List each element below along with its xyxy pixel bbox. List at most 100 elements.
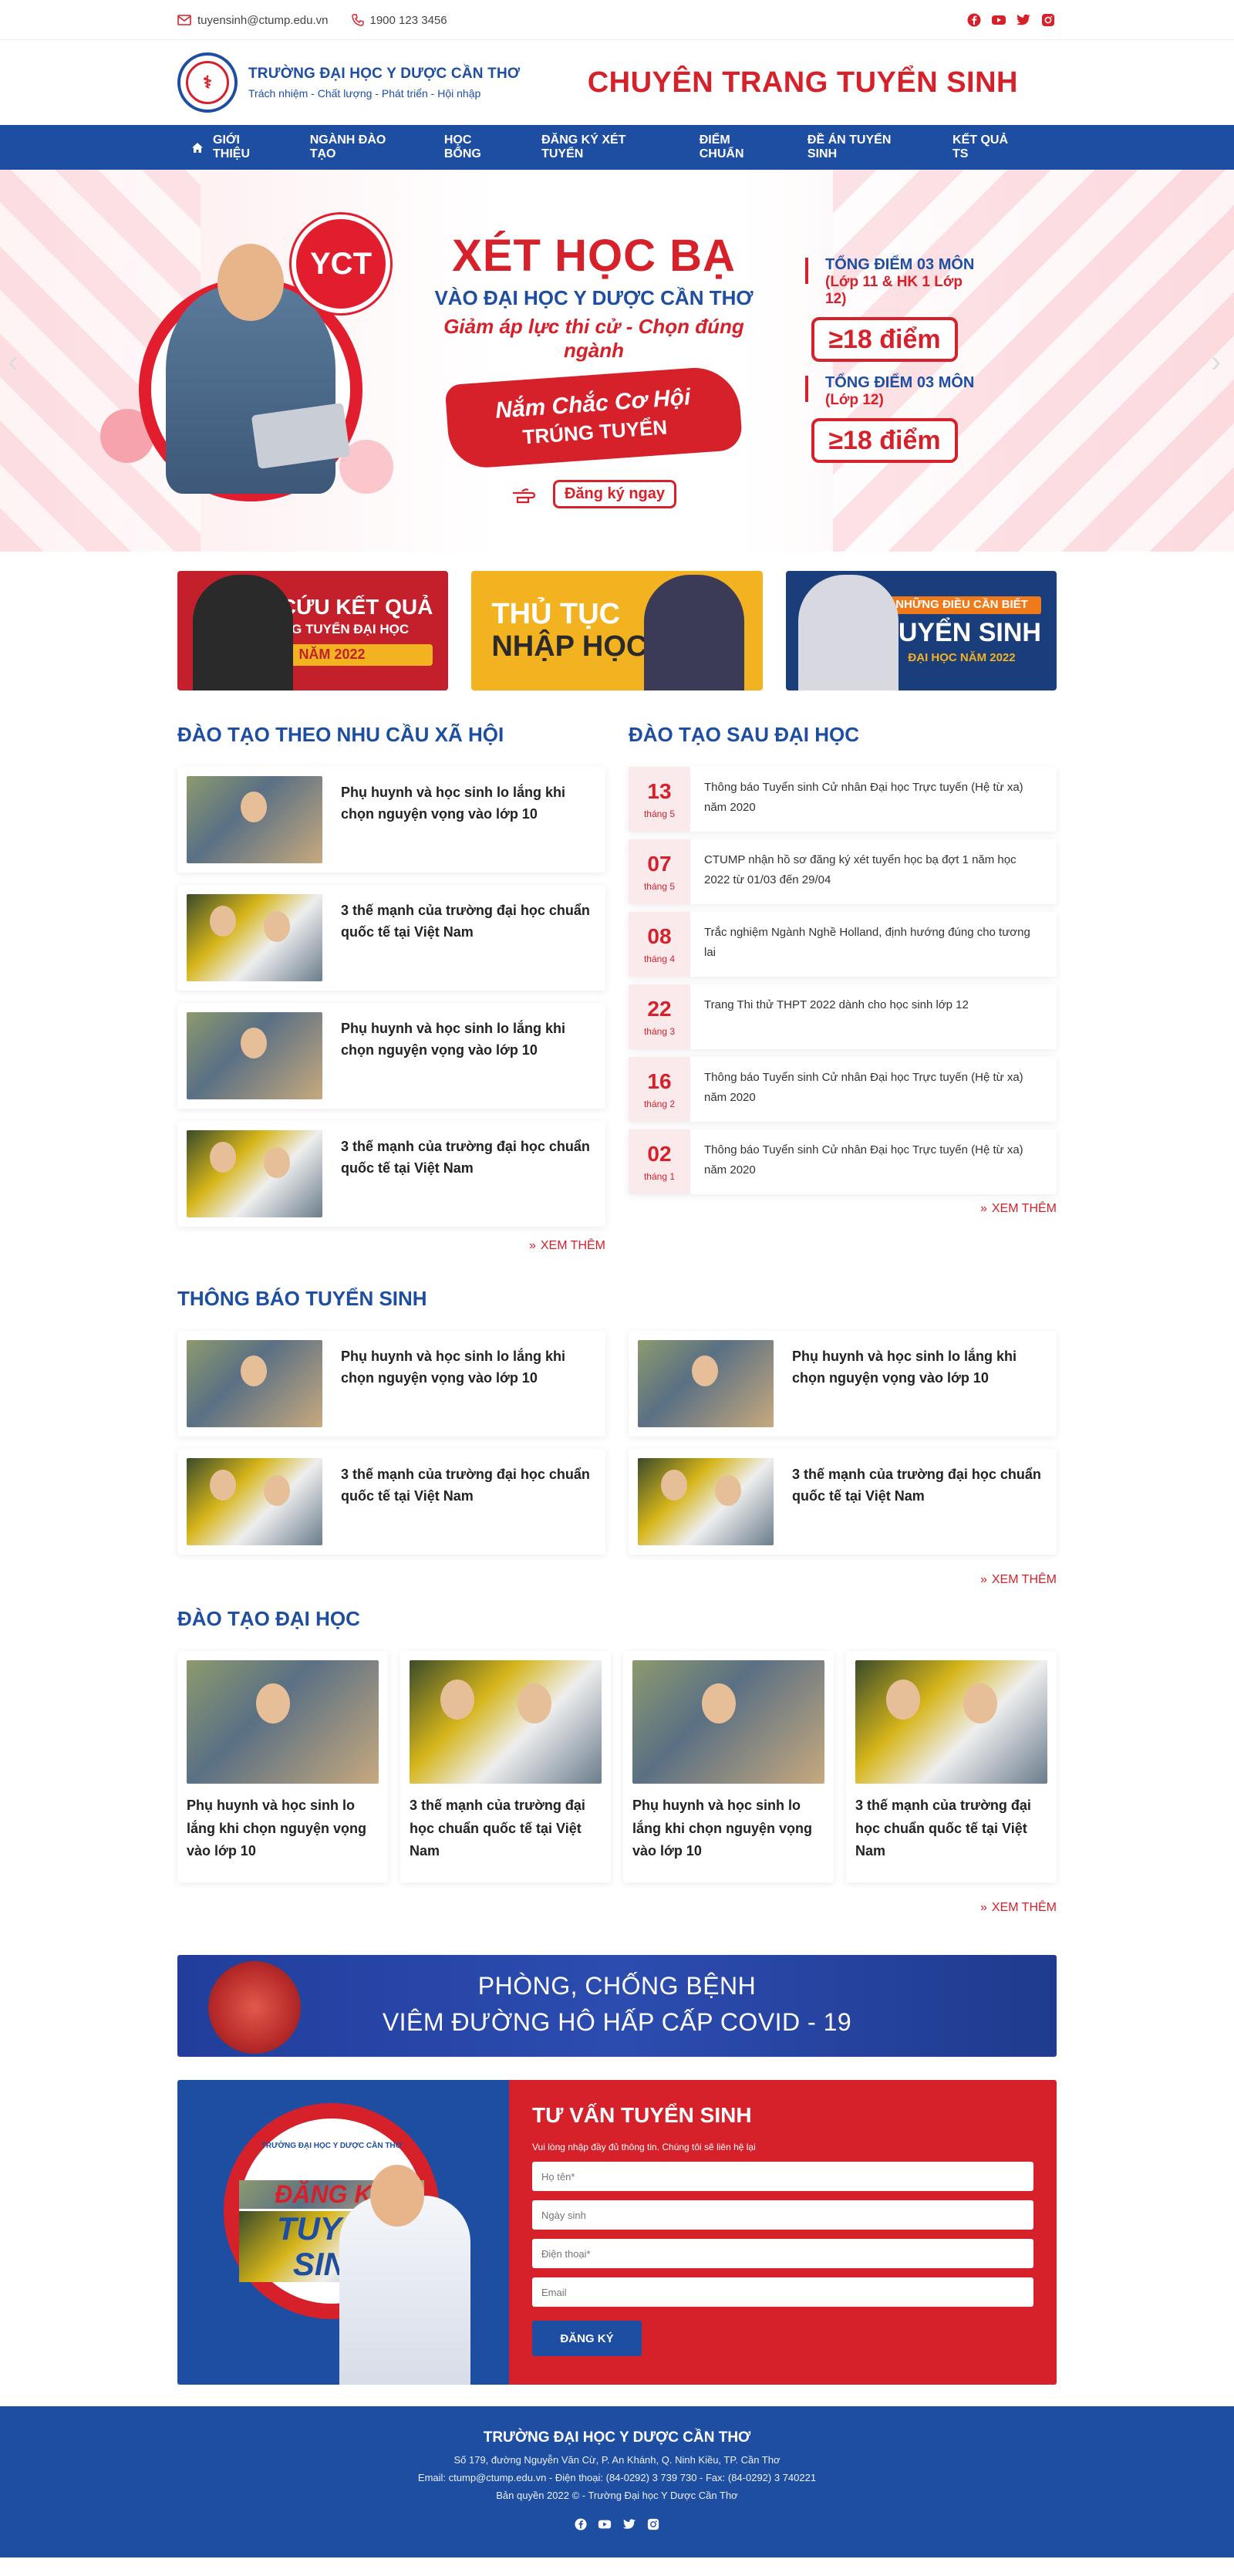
email-field[interactable] xyxy=(532,2277,1033,2307)
news-title[interactable]: Phụ huynh và học sinh lo lắng khi chọn n… xyxy=(632,1794,824,1863)
thumb-face xyxy=(241,1356,267,1386)
news-card[interactable]: Phụ huynh và học sinh lo lắng khi chọn n… xyxy=(177,1651,388,1882)
nav-item-gioi-thieu[interactable]: GIỚI THIỆU xyxy=(213,133,279,161)
event-item[interactable]: 02 tháng 1 Thông báo Tuyển sinh Cử nhân Đạ… xyxy=(629,1129,1057,1194)
caduceus-icon: ⚕ xyxy=(186,61,229,104)
news-title[interactable]: 3 thế mạnh của trường đại học chuẩn quốc… xyxy=(341,894,596,981)
phone-field[interactable] xyxy=(532,2239,1033,2268)
news-title[interactable]: 3 thế mạnh của trường đại học chuẩn quốc… xyxy=(341,1130,596,1217)
news-card[interactable]: 3 thế mạnh của trường đại học chuẩn quốc… xyxy=(177,885,605,991)
home-icon[interactable] xyxy=(191,142,204,154)
instagram-icon[interactable] xyxy=(647,2518,659,2534)
main-nav: GIỚI THIỆU NGÀNH ĐÀO TẠO HỌC BỔNG ĐĂNG K… xyxy=(0,125,1234,170)
slider-prev-icon[interactable]: ‹ xyxy=(8,346,23,377)
nav-item-nganh-dao-tao[interactable]: NGÀNH ĐÀO TẠO xyxy=(310,133,413,161)
promo3-line2: TUYỂN SINH xyxy=(882,617,1041,647)
news-card[interactable]: 3 thế mạnh của trường đại học chuẩn quốc… xyxy=(629,1449,1057,1555)
see-more-link[interactable]: » XEM THÊM xyxy=(177,1239,605,1253)
news-card[interactable]: Phụ huynh và học sinh lo lắng khi chọn n… xyxy=(623,1651,834,1882)
event-item[interactable]: 13 tháng 5 Thông báo Tuyển sinh Cử nhân Đạ… xyxy=(629,767,1057,832)
school-logo[interactable]: ⚕ xyxy=(177,52,238,113)
dob-field[interactable] xyxy=(532,2200,1033,2230)
news-title[interactable]: Phụ huynh và học sinh lo lắng khi chọn n… xyxy=(792,1340,1047,1427)
promo3-line1: NHỮNG ĐIỀU CẦN BIẾT xyxy=(882,596,1041,614)
nav-item-hoc-bong[interactable]: HỌC BỔNG xyxy=(444,133,511,161)
event-item[interactable]: 08 tháng 4 Trắc nghiệm Ngành Nghề Holland,… xyxy=(629,912,1057,977)
register-now-button[interactable]: Đăng ký ngay xyxy=(552,480,677,508)
news-card[interactable]: 3 thế mạnh của trường đại học chuẩn quốc… xyxy=(400,1651,611,1882)
event-title[interactable]: Trắc nghiệm Ngành Nghề Holland, định hướ… xyxy=(690,912,1057,977)
event-item[interactable]: 07 tháng 5 CTUMP nhận hồ sơ đăng ký xét tu… xyxy=(629,839,1057,904)
see-more-link[interactable]: » XEM THÊM xyxy=(177,1901,1057,1915)
thumb-face xyxy=(886,1680,920,1720)
news-card[interactable]: Phụ huynh và học sinh lo lắng khi chọn n… xyxy=(177,1331,605,1437)
news-card[interactable]: 3 thế mạnh của trường đại học chuẩn quốc… xyxy=(177,1449,605,1555)
news-title[interactable]: Phụ huynh và học sinh lo lắng khi chọn n… xyxy=(341,1340,596,1427)
hero-register[interactable]: Đăng ký ngay xyxy=(416,480,771,508)
nav-item-dang-ky-xet-tuyen[interactable]: ĐĂNG KÝ XÉT TUYỂN xyxy=(541,133,669,161)
thumb-face xyxy=(692,1356,718,1386)
see-more-label: XEM THÊM xyxy=(991,1573,1057,1586)
news-title[interactable]: 3 thế mạnh của trường đại học chuẩn quốc… xyxy=(855,1794,1047,1863)
see-more-link[interactable]: » XEM THÊM xyxy=(629,1202,1057,1216)
news-thumbnail xyxy=(855,1660,1047,1784)
news-title[interactable]: Phụ huynh và học sinh lo lắng khi chọn n… xyxy=(341,776,596,863)
youtube-icon[interactable] xyxy=(598,2518,612,2534)
news-title[interactable]: Phụ huynh và học sinh lo lắng khi chọn n… xyxy=(187,1794,379,1863)
topbar-email-text: tuyensinh@ctump.edu.vn xyxy=(197,13,329,27)
news-card[interactable]: 3 thế mạnh của trường đại học chuẩn quốc… xyxy=(846,1651,1057,1882)
footer-socials xyxy=(0,2518,1234,2534)
promo-banner-thu-tuc[interactable]: THỦ TỤC NHẬP HỌC xyxy=(471,571,763,690)
news-card[interactable]: Phụ huynh và học sinh lo lắng khi chọn n… xyxy=(177,1003,605,1109)
covid-line2: VIÊM ĐƯỜNG HÔ HẤP CẤP COVID - 19 xyxy=(382,2008,852,2036)
event-item[interactable]: 22 tháng 3 Trang Thi thử THPT 2022 dành ch… xyxy=(629,984,1057,1049)
thumb-face xyxy=(661,1470,687,1501)
news-title[interactable]: 3 thế mạnh của trường đại học chuẩn quốc… xyxy=(792,1458,1047,1545)
news-card[interactable]: Phụ huynh và học sinh lo lắng khi chọn n… xyxy=(629,1331,1057,1437)
youtube-icon[interactable] xyxy=(990,12,1007,29)
thumb-face xyxy=(963,1683,997,1724)
thumb-face xyxy=(256,1683,290,1724)
facebook-icon[interactable] xyxy=(966,12,983,29)
twitter-icon[interactable] xyxy=(622,2518,636,2534)
event-title[interactable]: Trang Thi thử THPT 2022 dành cho học sin… xyxy=(690,984,983,1049)
news-title[interactable]: 3 thế mạnh của trường đại học chuẩn quốc… xyxy=(410,1794,602,1863)
promo-person-image xyxy=(643,575,744,690)
nav-item-ket-qua-ts[interactable]: KẾT QUẢ TS xyxy=(952,133,1026,161)
hero-banner[interactable]: ‹ › YCT XÉT HỌC BẠ VÀO ĐẠI HỌC Y DƯỢC CẦ… xyxy=(0,170,1234,552)
news-title[interactable]: Phụ huynh và học sinh lo lắng khi chọn n… xyxy=(341,1012,596,1099)
submit-register-button[interactable]: ĐĂNG KÝ xyxy=(532,2321,642,2356)
score-block-2: TỔNG ĐIỂM 03 MÔN (Lớp 12) ≥18 điểm xyxy=(802,374,987,463)
topbar-email[interactable]: tuyensinh@ctump.edu.vn xyxy=(177,14,329,27)
nav-item-diem-chuan[interactable]: ĐIỂM CHUẨN xyxy=(700,133,777,161)
topbar-phone[interactable]: 1900 123 3456 xyxy=(351,13,447,27)
news-thumbnail xyxy=(187,1340,322,1427)
twitter-icon[interactable] xyxy=(1015,12,1032,29)
slider-next-icon[interactable]: › xyxy=(1211,346,1226,377)
double-chevron-icon: » xyxy=(979,1202,987,1215)
see-more-link[interactable]: » XEM THÊM xyxy=(177,1573,1057,1587)
covid-banner[interactable]: PHÒNG, CHỐNG BỆNH VIÊM ĐƯỜNG HÔ HẤP CẤP … xyxy=(177,1955,1057,2057)
news-card[interactable]: 3 thế mạnh của trường đại học chuẩn quốc… xyxy=(177,1121,605,1227)
news-card[interactable]: Phụ huynh và học sinh lo lắng khi chọn n… xyxy=(177,767,605,873)
name-field[interactable] xyxy=(532,2162,1033,2191)
instagram-icon[interactable] xyxy=(1040,12,1057,29)
thumb-face xyxy=(702,1683,736,1724)
score-block-1: TỔNG ĐIỂM 03 MÔN (Lớp 11 & HK 1 Lớp 12) … xyxy=(802,256,987,362)
topbar-phone-text: 1900 123 3456 xyxy=(369,13,447,27)
news-title[interactable]: 3 thế mạnh của trường đại học chuẩn quốc… xyxy=(341,1458,596,1545)
event-item[interactable]: 16 tháng 2 Thông báo Tuyển sinh Cử nhân Đạ… xyxy=(629,1057,1057,1122)
nav-item-de-an-tuyen-sinh[interactable]: ĐỀ ÁN TUYỂN SINH xyxy=(807,133,922,161)
event-month: tháng 4 xyxy=(643,954,676,964)
event-day: 13 xyxy=(647,779,672,803)
facebook-icon[interactable] xyxy=(575,2518,587,2534)
consult-form: TƯ VẤN TUYỂN SINH Vui lòng nhập đầy đủ t… xyxy=(509,2080,1057,2385)
training-row: ĐÀO TẠO THEO NHU CẦU XÃ HỘI Phụ huynh và… xyxy=(177,723,1057,1253)
promo-banner-ket-qua[interactable]: TRA CỨU KẾT QUẢ TRÚNG TUYỂN ĐẠI HỌC NĂM … xyxy=(177,571,449,690)
event-title[interactable]: Thông báo Tuyển sinh Cử nhân Đại học Trự… xyxy=(690,767,1057,832)
event-title[interactable]: CTUMP nhận hồ sơ đăng ký xét tuyển học b… xyxy=(690,839,1057,904)
event-title[interactable]: Thông báo Tuyển sinh Cử nhân Đại học Trự… xyxy=(690,1057,1057,1122)
mail-icon xyxy=(177,15,191,25)
event-title[interactable]: Thông báo Tuyển sinh Cử nhân Đại học Trự… xyxy=(690,1129,1057,1194)
promo-banner-dieu-can-biet[interactable]: NHỮNG ĐIỀU CẦN BIẾT TUYỂN SINH ĐẠI HỌC N… xyxy=(785,571,1057,690)
